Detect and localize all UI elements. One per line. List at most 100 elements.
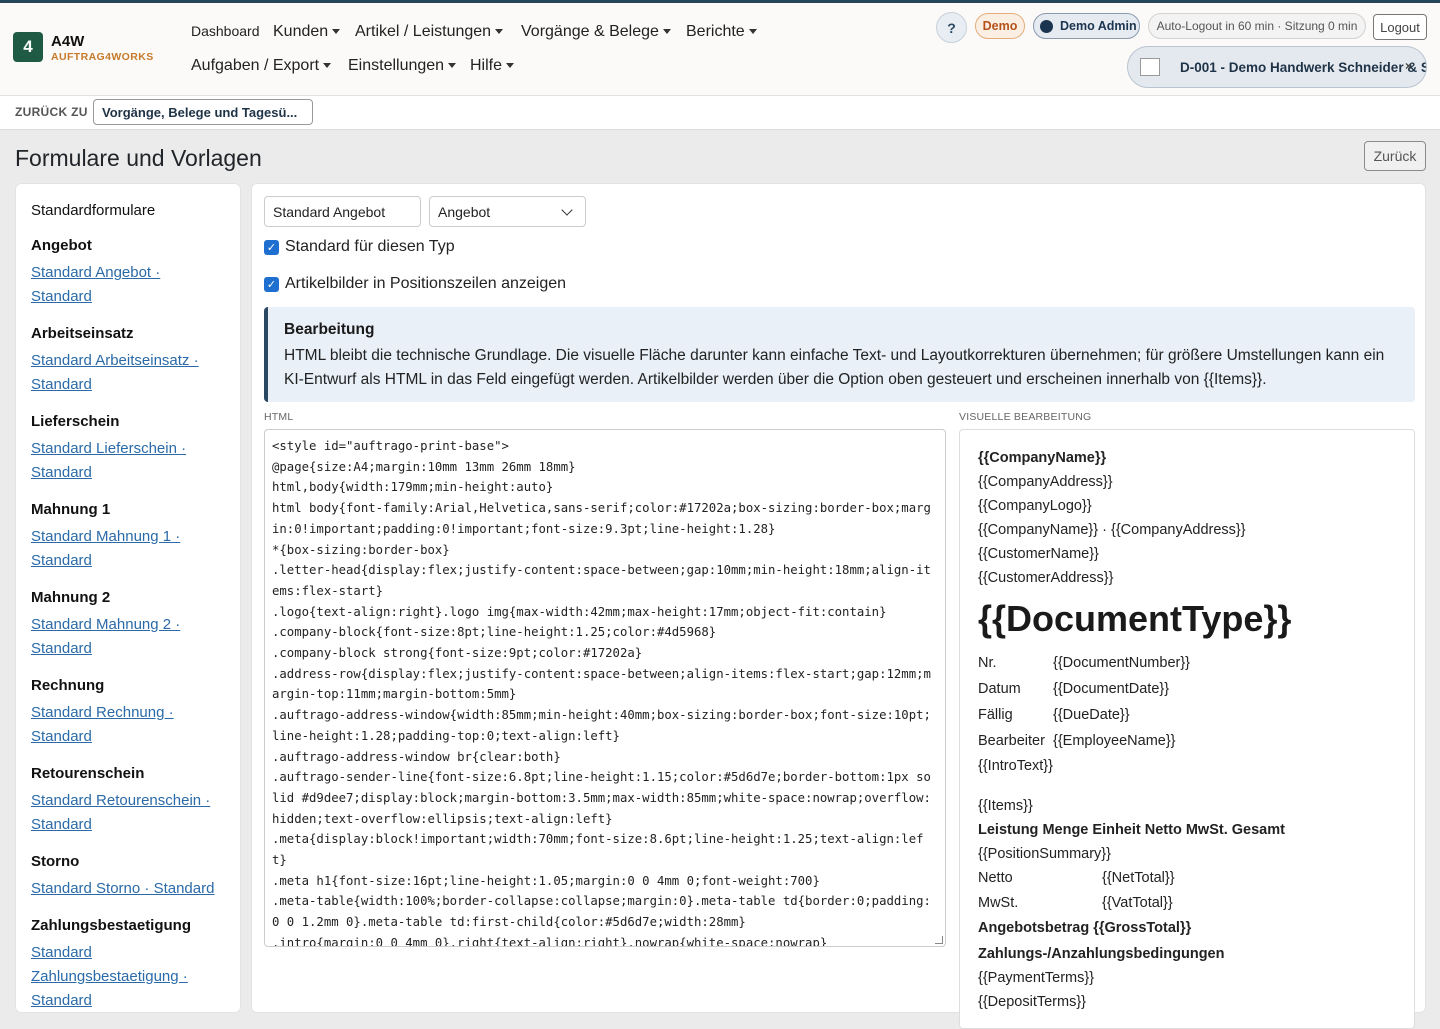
preview-payment-heading[interactable]: Zahlungs-/Anzahlungsbedingungen <box>978 942 1396 966</box>
nav-vorgaenge-label: Vorgänge & Belege <box>521 23 659 40</box>
html-code-content: <style id="auftrago-print-base"> @page{s… <box>272 439 931 947</box>
preview-total-row[interactable]: MwSt. {{VatTotal}} <box>978 891 1396 916</box>
preview-position-summary[interactable]: {{PositionSummary}} <box>978 842 1396 866</box>
help-button[interactable]: ? <box>936 12 967 43</box>
template-link[interactable]: Zahlungsbestaetigung · <box>31 965 231 989</box>
sidebar-group-mahnung-1: Mahnung 1 Standard Mahnung 1 · Standard <box>31 501 231 573</box>
preview-gross-row[interactable]: Angebotsbetrag {{GrossTotal}} <box>978 916 1396 940</box>
caret-down-icon <box>748 29 757 35</box>
meta-key: Fällig <box>978 707 1013 723</box>
tenant-name: D-001 - Demo Handwerk Schneider & So <box>1180 59 1427 75</box>
template-editor-panel: Standard Angebot Angebot ✓ Standard für d… <box>251 183 1426 1029</box>
template-link[interactable]: Standard <box>31 637 231 661</box>
template-link[interactable]: Standard Mahnung 2 · <box>31 613 231 637</box>
tenant-selector[interactable]: D-001 - Demo Handwerk Schneider & So × <box>1127 46 1427 88</box>
html-label: HTML <box>264 411 294 423</box>
nav-hilfe[interactable]: Hilfe <box>470 57 515 75</box>
template-link[interactable]: Standard Lieferschein · <box>31 437 231 461</box>
template-link[interactable]: Standard <box>31 285 231 309</box>
group-title: Retourenschein <box>31 765 145 782</box>
preview-company-address[interactable]: {{CompanyAddress}} <box>978 470 1396 494</box>
preview-payment-terms[interactable]: {{PaymentTerms}} <box>978 966 1396 990</box>
checkbox-label: Artikelbilder in Positionszeilen anzeige… <box>285 275 567 292</box>
preview-meta-row[interactable]: Nr. {{DocumentNumber}} <box>978 650 1396 676</box>
back-target-button[interactable]: Vorgänge, Belege und Tagesü... <box>93 99 313 125</box>
template-link[interactable]: Standard Rechnung · <box>31 701 231 725</box>
show-item-images-checkbox[interactable]: ✓ Artikelbilder in Positionszeilen anzeig… <box>264 275 566 293</box>
preview-table-header[interactable]: Leistung Menge Einheit Netto MwSt. Gesam… <box>978 818 1396 842</box>
template-link[interactable]: Standard Mahnung 1 · <box>31 525 231 549</box>
info-title: Bearbeitung <box>284 321 375 338</box>
resize-handle-icon[interactable] <box>935 936 943 944</box>
template-link[interactable]: Standard <box>31 373 231 397</box>
nav-kunden-label: Kunden <box>273 23 329 40</box>
group-title: Angebot <box>31 237 92 254</box>
checkbox-checked-icon[interactable]: ✓ <box>264 239 279 255</box>
template-link[interactable]: Standard <box>31 725 231 749</box>
nav-dashboard-label: Dashboard <box>191 23 260 39</box>
nav-kunden[interactable]: Kunden <box>273 23 341 41</box>
template-link[interactable]: Standard Angebot · <box>31 261 231 285</box>
default-for-type-checkbox[interactable]: ✓ Standard für diesen Typ <box>264 238 455 256</box>
preview-sender-line[interactable]: {{CompanyName}} · {{CompanyAddress}} <box>978 518 1396 542</box>
preview-meta-row[interactable]: Fällig {{DueDate}} <box>978 702 1396 728</box>
sidebar-group-angebot: Angebot Standard Angebot · Standard <box>31 237 231 309</box>
preview-company-name[interactable]: {{CompanyName}} <box>978 446 1396 470</box>
nav-dashboard[interactable]: Dashboard <box>191 23 260 39</box>
document-type-select[interactable]: Angebot <box>429 196 586 227</box>
template-name-input[interactable]: Standard Angebot <box>264 196 421 227</box>
user-menu-button[interactable]: Demo Admin <box>1033 13 1140 39</box>
zurueck-button[interactable]: Zurück <box>1364 141 1426 171</box>
nav-artikel-label: Artikel / Leistungen <box>355 23 492 40</box>
preview-items[interactable]: {{Items}} <box>978 794 1396 818</box>
brand-logo[interactable]: 4 <box>13 32 43 62</box>
caret-down-icon <box>332 29 341 35</box>
template-link[interactable]: Standard Retourenschein · <box>31 789 231 813</box>
template-link[interactable]: Standard <box>31 549 231 573</box>
preview-document-type[interactable]: {{DocumentType}} <box>978 594 1396 644</box>
total-value: {{VatTotal}} <box>1102 895 1173 911</box>
logout-button[interactable]: Logout <box>1373 14 1427 40</box>
template-link[interactable]: Standard <box>31 989 231 1012</box>
sidebar-group-storno: Storno Standard Storno · Standard <box>31 853 231 901</box>
visual-label: VISUELLE BEARBEITUNG <box>959 411 1092 423</box>
nav-artikel[interactable]: Artikel / Leistungen <box>355 23 504 41</box>
visual-editor[interactable]: {{CompanyName}} {{CompanyAddress}} {{Com… <box>959 429 1415 1029</box>
preview-total-row[interactable]: Netto {{NetTotal}} <box>978 866 1396 891</box>
group-title: Zahlungsbestaetigung <box>31 917 192 934</box>
user-status-icon <box>1040 19 1053 33</box>
preview-company-logo[interactable]: {{CompanyLogo}} <box>978 494 1396 518</box>
demo-badge: Demo <box>975 13 1025 39</box>
nav-aufgaben[interactable]: Aufgaben / Export <box>191 57 332 75</box>
nav-aufgaben-label: Aufgaben / Export <box>191 57 320 74</box>
preview-meta-row[interactable]: Bearbeiter {{EmployeeName}} <box>978 728 1396 754</box>
tenant-close-icon[interactable]: × <box>1405 59 1412 73</box>
nav-einstellungen[interactable]: Einstellungen <box>348 57 457 75</box>
group-title: Storno <box>31 853 80 870</box>
caret-down-icon <box>662 29 671 35</box>
brand-title[interactable]: A4W <box>51 33 84 50</box>
sidebar-group-mahnung-2: Mahnung 2 Standard Mahnung 2 · Standard <box>31 589 231 661</box>
template-link[interactable]: Standard Storno · Standard <box>31 877 231 901</box>
nav-berichte[interactable]: Berichte <box>686 23 757 41</box>
brand-subtitle: AUFTRAG4WORKS <box>51 51 154 63</box>
preview-customer-name[interactable]: {{CustomerName}} <box>978 542 1396 566</box>
nav-vorgaenge[interactable]: Vorgänge & Belege <box>521 23 671 41</box>
back-label: ZURÜCK ZU <box>15 105 88 119</box>
preview-customer-address[interactable]: {{CustomerAddress}} <box>978 566 1396 590</box>
preview-deposit-terms[interactable]: {{DepositTerms}} <box>978 990 1396 1014</box>
html-code-textarea[interactable]: <style id="auftrago-print-base"> @page{s… <box>264 429 946 947</box>
preview-intro[interactable]: {{IntroText}} <box>978 754 1396 778</box>
template-link[interactable]: Standard Arbeitseinsatz · <box>31 349 231 373</box>
total-value: {{NetTotal}} <box>1102 870 1175 886</box>
checkbox-checked-icon[interactable]: ✓ <box>264 276 279 292</box>
meta-value: {{DocumentDate}} <box>1053 681 1170 697</box>
nav-berichte-label: Berichte <box>686 23 745 40</box>
meta-key: Datum <box>978 681 1021 697</box>
template-link[interactable]: Standard <box>31 461 231 485</box>
template-link[interactable]: Standard <box>31 941 231 965</box>
preview-meta-row[interactable]: Datum {{DocumentDate}} <box>978 676 1396 702</box>
sidebar-group-retourenschein: Retourenschein Standard Retourenschein ·… <box>31 765 231 837</box>
template-link[interactable]: Standard <box>31 813 231 837</box>
sidebar-group-lieferschein: Lieferschein Standard Lieferschein · Sta… <box>31 413 231 485</box>
